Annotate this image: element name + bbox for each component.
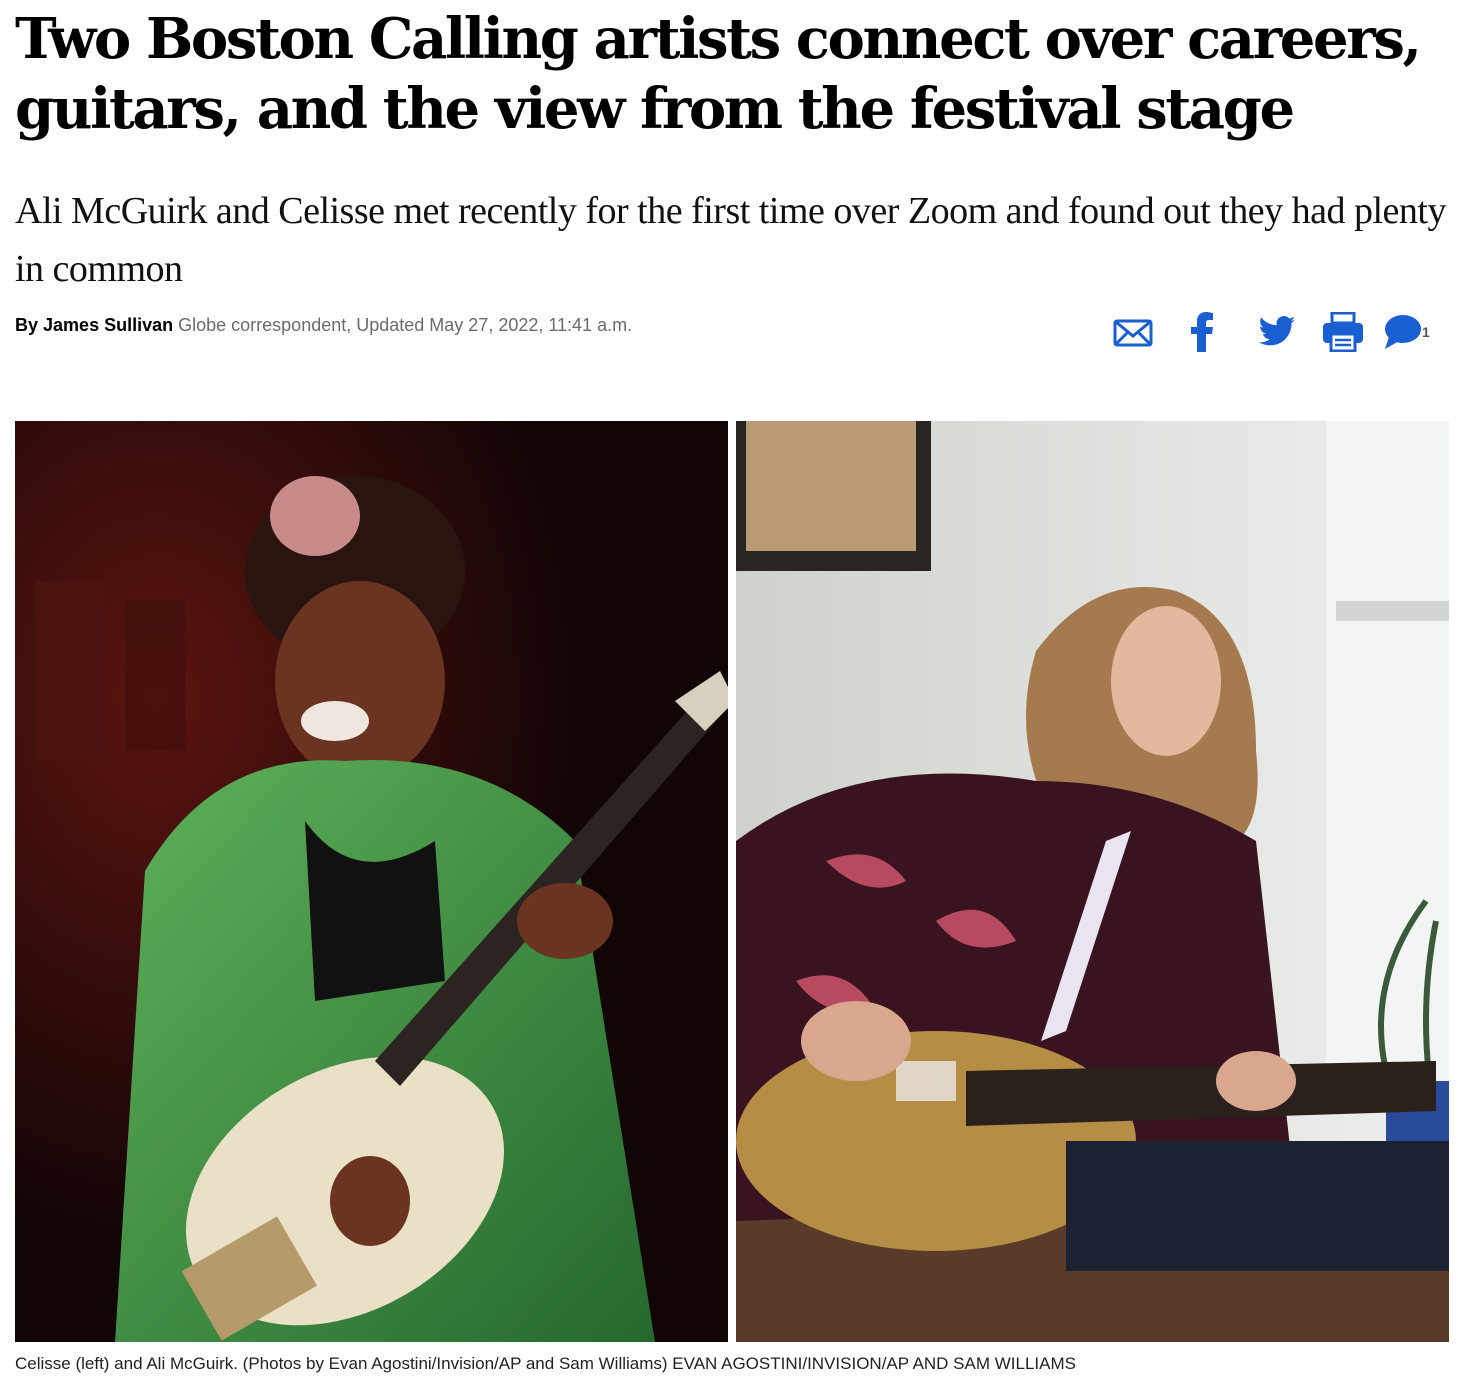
- photo-credit: EVAN AGOSTINI/INVISION/AP AND SAM WILLIA…: [672, 1354, 1076, 1373]
- share-toolbar: 1: [1113, 312, 1443, 352]
- photo-caption: Celisse (left) and Ali McGuirk. (Photos …: [15, 1351, 1455, 1377]
- byline-prefix: By: [15, 315, 39, 335]
- comments-button[interactable]: [1383, 312, 1421, 352]
- author-link[interactable]: James Sullivan: [43, 315, 173, 335]
- caption-text: Celisse (left) and Ali McGuirk. (Photos …: [15, 1354, 668, 1373]
- share-twitter-button[interactable]: [1255, 312, 1299, 352]
- photo-ali-mcguirk: [736, 421, 1449, 1342]
- twitter-icon: [1258, 316, 1296, 346]
- envelope-icon: [1113, 319, 1153, 347]
- share-email-button[interactable]: [1113, 312, 1153, 352]
- byline: By James Sullivan Globe correspondent, U…: [15, 312, 632, 338]
- subheadline: Ali McGuirk and Celisse met recently for…: [15, 190, 1446, 290]
- facebook-icon: [1191, 312, 1213, 352]
- comment-icon: [1385, 315, 1421, 349]
- photo-celisse: [15, 421, 728, 1342]
- headline: Two Boston Calling artists connect over …: [15, 6, 1422, 142]
- share-facebook-button[interactable]: [1188, 312, 1218, 352]
- print-icon: [1323, 312, 1363, 352]
- print-button[interactable]: [1321, 312, 1365, 352]
- byline-meta: Globe correspondent, Updated May 27, 202…: [178, 315, 633, 335]
- comment-count: 1: [1422, 324, 1430, 340]
